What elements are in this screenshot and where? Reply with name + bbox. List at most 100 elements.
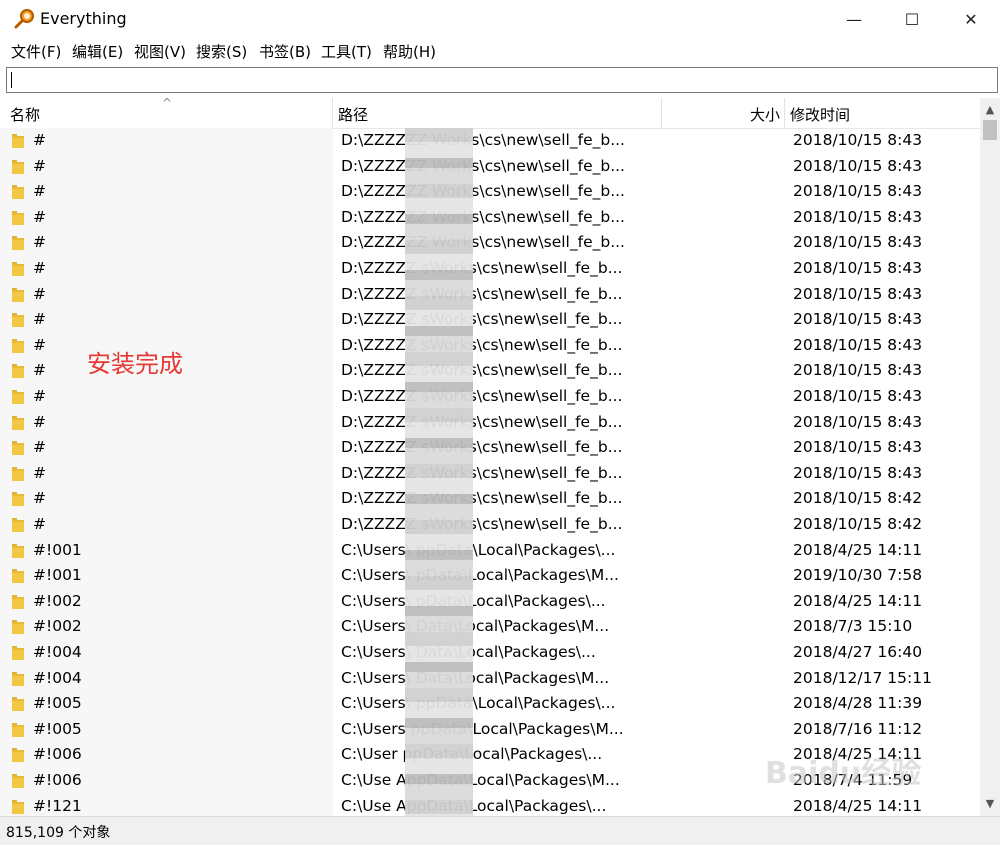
row-path: D:\ZZZZZ sWorks\cs\new\sell_fe_b...: [341, 387, 623, 405]
row-name: #: [33, 259, 46, 277]
row-modified: 2018/10/15 8:43: [793, 361, 923, 380]
menu-help[interactable]: 帮助(H): [383, 41, 436, 62]
column-divider[interactable]: [661, 98, 662, 128]
row-name: #: [33, 284, 46, 303]
table-row[interactable]: # D:\ZZZZZZ Works\cs\new\sell_fe_b... 2018…: [0, 128, 980, 154]
table-row[interactable]: # D:\ZZZZZ sWorks\cs\new\sell_fe_b... 2018…: [0, 410, 980, 436]
folder-icon: [12, 646, 24, 660]
row-path: D:\ZZZZZZ Works\cs\new\sell_fe_b...: [341, 131, 625, 149]
folder-icon: [12, 518, 24, 532]
menu-tools[interactable]: 工具(T): [321, 41, 372, 62]
table-row[interactable]: # D:\ZZZZZ sWorks\cs\new\sell_fe_b... 2018…: [0, 256, 980, 282]
row-path: D:\ZZZZZ sWorks\cs\new\sell_fe_b...: [341, 259, 623, 277]
menu-search[interactable]: 搜索(S): [196, 41, 247, 62]
row-path: D:\ZZZZZ sWorks\cs\new\sell_fe_b...: [341, 489, 623, 508]
folder-icon: [12, 697, 24, 712]
row-path: D:\ZZZZZ sWorks\cs\new\sell_fe_b...: [341, 284, 623, 303]
row-path: D:\ZZZZZZ Works\cs\new\sell_fe_b...: [341, 207, 625, 226]
folder-icon: [12, 313, 24, 328]
table-row[interactable]: #!002 C:\Users\ pData\Local\Packages\... 2…: [0, 589, 980, 615]
column-header: 名称 ^ 路径 大小 修改时间: [0, 96, 980, 129]
header-path[interactable]: 路径: [338, 104, 368, 125]
vertical-scrollbar[interactable]: ▲ ▼: [980, 98, 1000, 816]
table-row[interactable]: # D:\ZZZZZZ Works\cs\new\sell_fe_b... 2018…: [0, 205, 980, 231]
table-row[interactable]: #!121 C:\Use AppData\Local\Packages\... 20…: [0, 794, 980, 816]
row-modified: 2018/10/15 8:43: [793, 387, 923, 405]
table-row[interactable]: # D:\ZZZZZZ Works\cs\new\sell_fe_b... 2018…: [0, 154, 980, 180]
table-row[interactable]: #!001 C:\Users\ pData\Local\Packages\M...…: [0, 563, 980, 589]
scroll-down-arrow-icon[interactable]: ▼: [980, 794, 1000, 814]
table-row[interactable]: #!001 C:\Users\ ppData\Local\Packages\...…: [0, 538, 980, 564]
table-row[interactable]: # D:\ZZZZZ sWorks\cs\new\sell_fe_b... 2018…: [0, 384, 980, 410]
row-path: C:\User ppData\Local\Packages\...: [341, 745, 603, 764]
row-modified: 2018/10/15 8:43: [793, 207, 923, 226]
close-button[interactable]: ✕: [942, 0, 1000, 38]
search-input[interactable]: [6, 67, 998, 93]
table-row[interactable]: # D:\ZZZZZ sWorks\cs\new\sell_fe_b... 2018…: [0, 307, 980, 333]
folder-icon: [12, 799, 24, 814]
scroll-up-arrow-icon[interactable]: ▲: [980, 100, 1000, 120]
row-name: #!005: [33, 694, 82, 713]
folder-icon: [12, 748, 24, 763]
row-path: D:\ZZZZZ sWorks\cs\new\sell_fe_b...: [341, 515, 623, 533]
menu-view[interactable]: 视图(V): [134, 41, 186, 62]
maximize-button[interactable]: ☐: [883, 0, 941, 38]
header-name[interactable]: 名称: [10, 104, 40, 125]
menu-edit[interactable]: 编辑(E): [72, 41, 123, 62]
row-path: C:\Users\ pData\Local\Packages\M...: [341, 566, 619, 585]
folder-icon: [12, 620, 24, 635]
window-title: Everything: [40, 9, 127, 28]
table-row[interactable]: # D:\ZZZZZZ Works\cs\new\sell_fe_b... 2018…: [0, 179, 980, 205]
row-name: #: [33, 515, 46, 533]
row-name: #!004: [33, 643, 82, 661]
header-modified[interactable]: 修改时间: [790, 104, 850, 125]
text-caret: [11, 72, 12, 88]
row-name: #: [33, 438, 46, 457]
row-name: #: [33, 361, 46, 380]
row-path: D:\ZZZZZ sWorks\cs\new\sell_fe_b...: [341, 361, 623, 380]
row-modified: 2018/4/25 14:11: [793, 540, 923, 559]
folder-icon: [12, 441, 24, 456]
menu-bookmarks[interactable]: 书签(B): [259, 41, 311, 62]
folder-icon: [12, 722, 24, 737]
row-name: #!002: [33, 617, 82, 636]
table-row[interactable]: # D:\ZZZZZ sWorks\cs\new\sell_fe_b... 2018…: [0, 486, 980, 512]
table-row[interactable]: #!005 C:\Users\ ppData\Local\Packages\...…: [0, 691, 980, 717]
column-divider[interactable]: [784, 98, 785, 128]
header-size[interactable]: 大小: [750, 104, 780, 125]
table-row[interactable]: # D:\ZZZZZ sWorks\cs\new\sell_fe_b... 2018…: [0, 512, 980, 538]
row-modified: 2018/10/15 8:43: [793, 233, 923, 252]
row-name: #: [33, 335, 46, 354]
folder-icon: [12, 338, 24, 353]
row-name: #!004: [33, 668, 82, 687]
scroll-thumb[interactable]: [983, 120, 997, 140]
table-row[interactable]: #!005 C:\Users ppData\Local\Packages\M...…: [0, 717, 980, 743]
table-row[interactable]: #!002 C:\Users\ Data\Local\Packages\M... 2…: [0, 614, 980, 640]
privacy-blur: [405, 128, 473, 818]
table-row[interactable]: # D:\ZZZZZ sWorks\cs\new\sell_fe_b... 2018…: [0, 435, 980, 461]
magnifier-app-icon: [14, 9, 34, 29]
table-row[interactable]: # D:\ZZZZZ sWorks\cs\new\sell_fe_b... 2018…: [0, 461, 980, 487]
column-divider[interactable]: [332, 98, 333, 128]
row-modified: 2018/4/27 16:40: [793, 643, 923, 661]
row-name: #: [33, 182, 46, 201]
row-path: C:\Users\ ppData\Local\Packages\...: [341, 540, 616, 559]
row-path: C:\Users\ Data\Local\Packages\M...: [341, 668, 610, 687]
table-row[interactable]: #!004 C:\Users\ Data\Local\Packages\... 20…: [0, 640, 980, 666]
table-row[interactable]: #!004 C:\Users\ Data\Local\Packages\M... 2…: [0, 666, 980, 692]
status-bar: 815,109 个对象: [0, 816, 1000, 845]
menu-bar: 文件(F) 编辑(E) 视图(V) 搜索(S) 书签(B) 工具(T) 帮助(H…: [0, 38, 1000, 64]
folder-icon: [12, 210, 24, 225]
folder-icon: [12, 671, 24, 686]
row-modified: 2018/10/15 8:42: [793, 489, 923, 508]
table-row[interactable]: # D:\ZZZZZZ Works\cs\new\sell_fe_b... 2018…: [0, 230, 980, 256]
table-row[interactable]: # D:\ZZZZZ sWorks\cs\new\sell_fe_b... 2018…: [0, 282, 980, 308]
row-modified: 2018/10/15 8:43: [793, 259, 923, 277]
menu-file[interactable]: 文件(F): [11, 41, 61, 62]
row-path: C:\Users ppData\Local\Packages\M...: [341, 719, 624, 738]
minimize-button[interactable]: —: [825, 0, 883, 38]
row-name: #: [33, 207, 46, 226]
row-name: #!006: [33, 745, 82, 764]
row-modified: 2018/10/15 8:43: [793, 310, 923, 329]
row-modified: 2018/10/15 8:43: [793, 156, 923, 175]
